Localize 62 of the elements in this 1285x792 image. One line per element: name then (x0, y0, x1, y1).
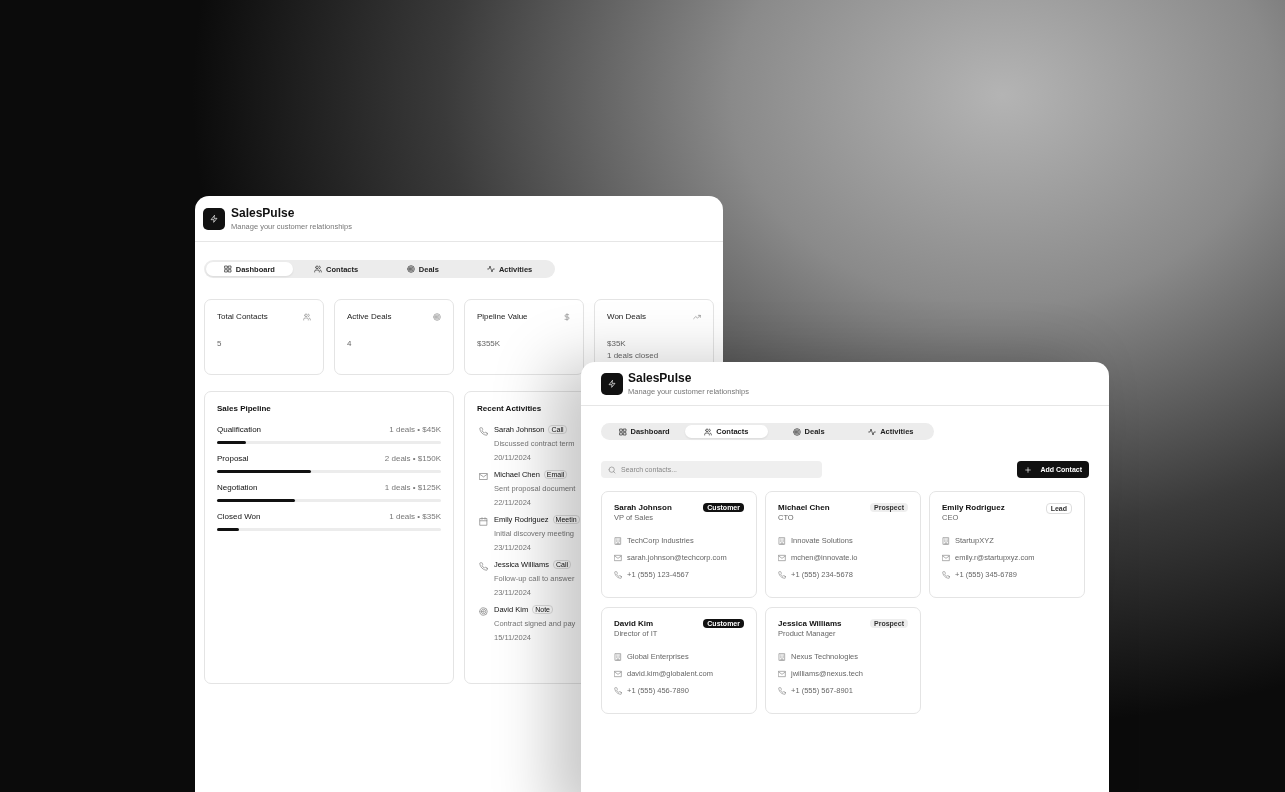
panel-title: Recent Activities (477, 404, 543, 413)
building-icon (942, 536, 950, 545)
phone-icon (479, 427, 488, 436)
stat-label: Pipeline Value (477, 312, 528, 321)
stat-note: 1 deals closed (607, 351, 660, 360)
app-title: SalesPulse (231, 205, 296, 221)
lightning-icon (210, 214, 218, 223)
stage-summary: 2 deals • $150K (384, 454, 441, 463)
stage-name: Proposal (217, 454, 249, 463)
dollar-icon (563, 312, 571, 321)
mail-icon (614, 553, 622, 562)
stat-value: $35K (607, 339, 627, 348)
mail-icon (778, 553, 786, 562)
pulse-icon (486, 265, 495, 273)
phone-icon (942, 570, 950, 579)
contact-name: Michael Chen (778, 503, 830, 512)
stage-summary: 1 deals • $45K (389, 425, 441, 434)
stage-summary: 1 deals • $125K (384, 483, 441, 492)
lightning-icon (608, 379, 616, 388)
stat-value: 5 (217, 339, 223, 348)
building-icon (614, 536, 622, 545)
building-icon (614, 652, 622, 661)
app-title: SalesPulse (628, 370, 693, 386)
grid-icon (618, 427, 627, 436)
search-icon (608, 465, 616, 474)
mail-icon (942, 553, 950, 562)
users-icon (704, 427, 713, 436)
contact-name: Jessica Williams (778, 619, 842, 628)
stage-name: Negotiation (217, 483, 258, 492)
contact-name: Sarah Johnson (614, 503, 672, 512)
panel-title: Sales Pipeline (217, 404, 272, 413)
contact-name: David Kim (614, 619, 655, 628)
users-icon (314, 265, 323, 273)
target-icon (479, 607, 488, 616)
plus-icon (1024, 465, 1033, 474)
contact-name: Emily Rodriguez (942, 503, 1005, 512)
stat-label: Total Contacts (217, 312, 268, 321)
stage-summary: 1 deals • $35K (389, 512, 441, 521)
building-icon (778, 652, 786, 661)
phone-icon (614, 570, 622, 579)
target-icon (792, 427, 801, 436)
mail-icon (614, 669, 622, 678)
stat-label: Won Deals (607, 312, 646, 321)
phone-icon (778, 570, 786, 579)
phone-icon (479, 562, 488, 571)
grid-icon (223, 265, 232, 273)
mail-icon (778, 669, 786, 678)
target-icon (433, 312, 441, 321)
stage-name: Qualification (217, 425, 262, 434)
users-icon (303, 312, 311, 321)
stat-label: Active Deals (347, 312, 392, 321)
pulse-icon (868, 427, 877, 436)
stat-value: $355K (477, 339, 502, 348)
phone-icon (614, 686, 622, 695)
stage-name: Closed Won (217, 512, 261, 521)
phone-icon (778, 686, 786, 695)
stat-value: 4 (347, 339, 353, 348)
trend-up-icon (693, 312, 701, 321)
building-icon (778, 536, 786, 545)
target-icon (406, 265, 415, 273)
mail-icon (479, 472, 488, 481)
calendar-icon (479, 517, 488, 526)
